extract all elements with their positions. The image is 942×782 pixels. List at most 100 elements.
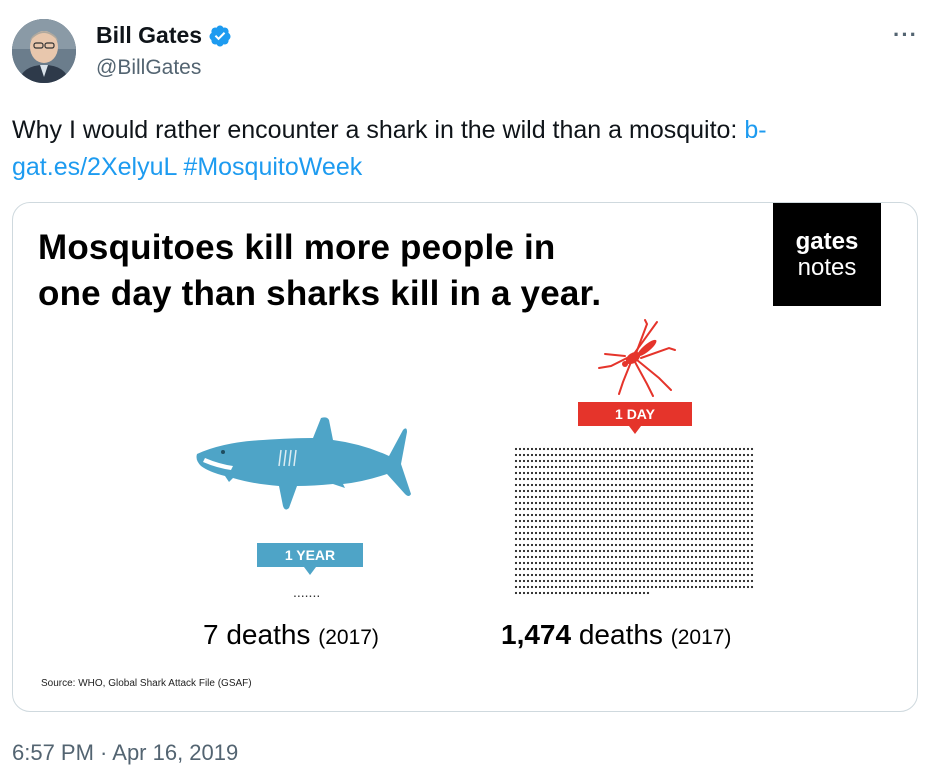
media-card[interactable]: Mosquitoes kill more people in one day t… [12,202,918,712]
death-dot [526,591,530,595]
death-dot [638,459,642,463]
death-dot [614,513,618,517]
death-dot [642,471,646,475]
death-dot [706,549,710,553]
death-dot [642,567,646,571]
death-dot [602,471,606,475]
avatar[interactable] [12,19,76,83]
death-dot [674,567,678,571]
death-dot [718,471,722,475]
death-dot [606,483,610,487]
more-dots-icon[interactable]: ··· [893,22,918,48]
death-dot [738,507,742,511]
death-dot [662,585,666,589]
death-dot [682,501,686,505]
tweet-link[interactable]: b- [744,116,766,144]
death-dot [738,525,742,529]
death-dot [534,525,538,529]
death-dot [674,489,678,493]
death-dot [534,507,538,511]
death-dot [718,585,722,589]
death-dot [750,501,754,505]
death-dot [710,477,714,481]
tweet-link-continued[interactable]: gat.es/2XelyuL [12,153,176,181]
death-dot [734,453,738,457]
death-dot [570,561,574,565]
death-dot [702,555,706,559]
death-dot [666,555,670,559]
death-dot [650,537,654,541]
death-dot [722,471,726,475]
death-dot [574,447,578,451]
death-dot [666,573,670,577]
display-name[interactable]: Bill Gates [96,22,202,49]
death-dot [598,525,602,529]
death-dot [610,549,614,553]
death-dot [614,453,618,457]
death-dot [614,567,618,571]
death-dot [706,537,710,541]
death-dot [710,483,714,487]
death-dot [746,501,750,505]
death-dot [710,531,714,535]
death-dot [542,453,546,457]
death-dot [542,531,546,535]
death-dot [718,567,722,571]
death-dot [582,519,586,523]
death-dot [574,489,578,493]
death-dot [570,465,574,469]
death-dot [634,543,638,547]
death-dot [618,453,622,457]
death-dot [594,501,598,505]
death-dot [550,519,554,523]
death-dot [742,471,746,475]
hashtag-link[interactable]: #MosquitoWeek [183,153,362,181]
death-dot [582,459,586,463]
death-dot [686,459,690,463]
death-dot [678,477,682,481]
death-dot [702,567,706,571]
death-dot [598,561,602,565]
death-dot [638,567,642,571]
death-dot [706,567,710,571]
death-dot [598,519,602,523]
death-dot [738,549,742,553]
tweet-timestamp[interactable]: 6:57 PM · Apr 16, 2019 [12,740,238,766]
death-dot [522,573,526,577]
death-dot [566,447,570,451]
death-dot [710,513,714,517]
death-dot [514,471,518,475]
death-dot [542,549,546,553]
death-dot [698,519,702,523]
death-dot [550,507,554,511]
death-dot [602,507,606,511]
death-dot [578,477,582,481]
death-dot [598,573,602,577]
death-dot [662,525,666,529]
death-dot [642,501,646,505]
death-dot [682,555,686,559]
death-dot [614,447,618,451]
death-dot [742,465,746,469]
author-name-row[interactable]: Bill Gates [96,22,232,49]
death-dot [530,465,534,469]
death-dot [738,543,742,547]
death-dot [550,543,554,547]
death-dot [746,567,750,571]
death-dot [746,519,750,523]
death-dot [602,579,606,583]
author-handle[interactable]: @BillGates [96,56,201,80]
death-dot [630,489,634,493]
death-dot [526,567,530,571]
death-dot [514,447,518,451]
death-dot [554,591,558,595]
death-dot [742,501,746,505]
death-dot [742,459,746,463]
death-dot [654,465,658,469]
death-dot [626,465,630,469]
death-dot [566,483,570,487]
death-dot [686,465,690,469]
death-dot [718,573,722,577]
death-dot [594,531,598,535]
death-dot [662,477,666,481]
